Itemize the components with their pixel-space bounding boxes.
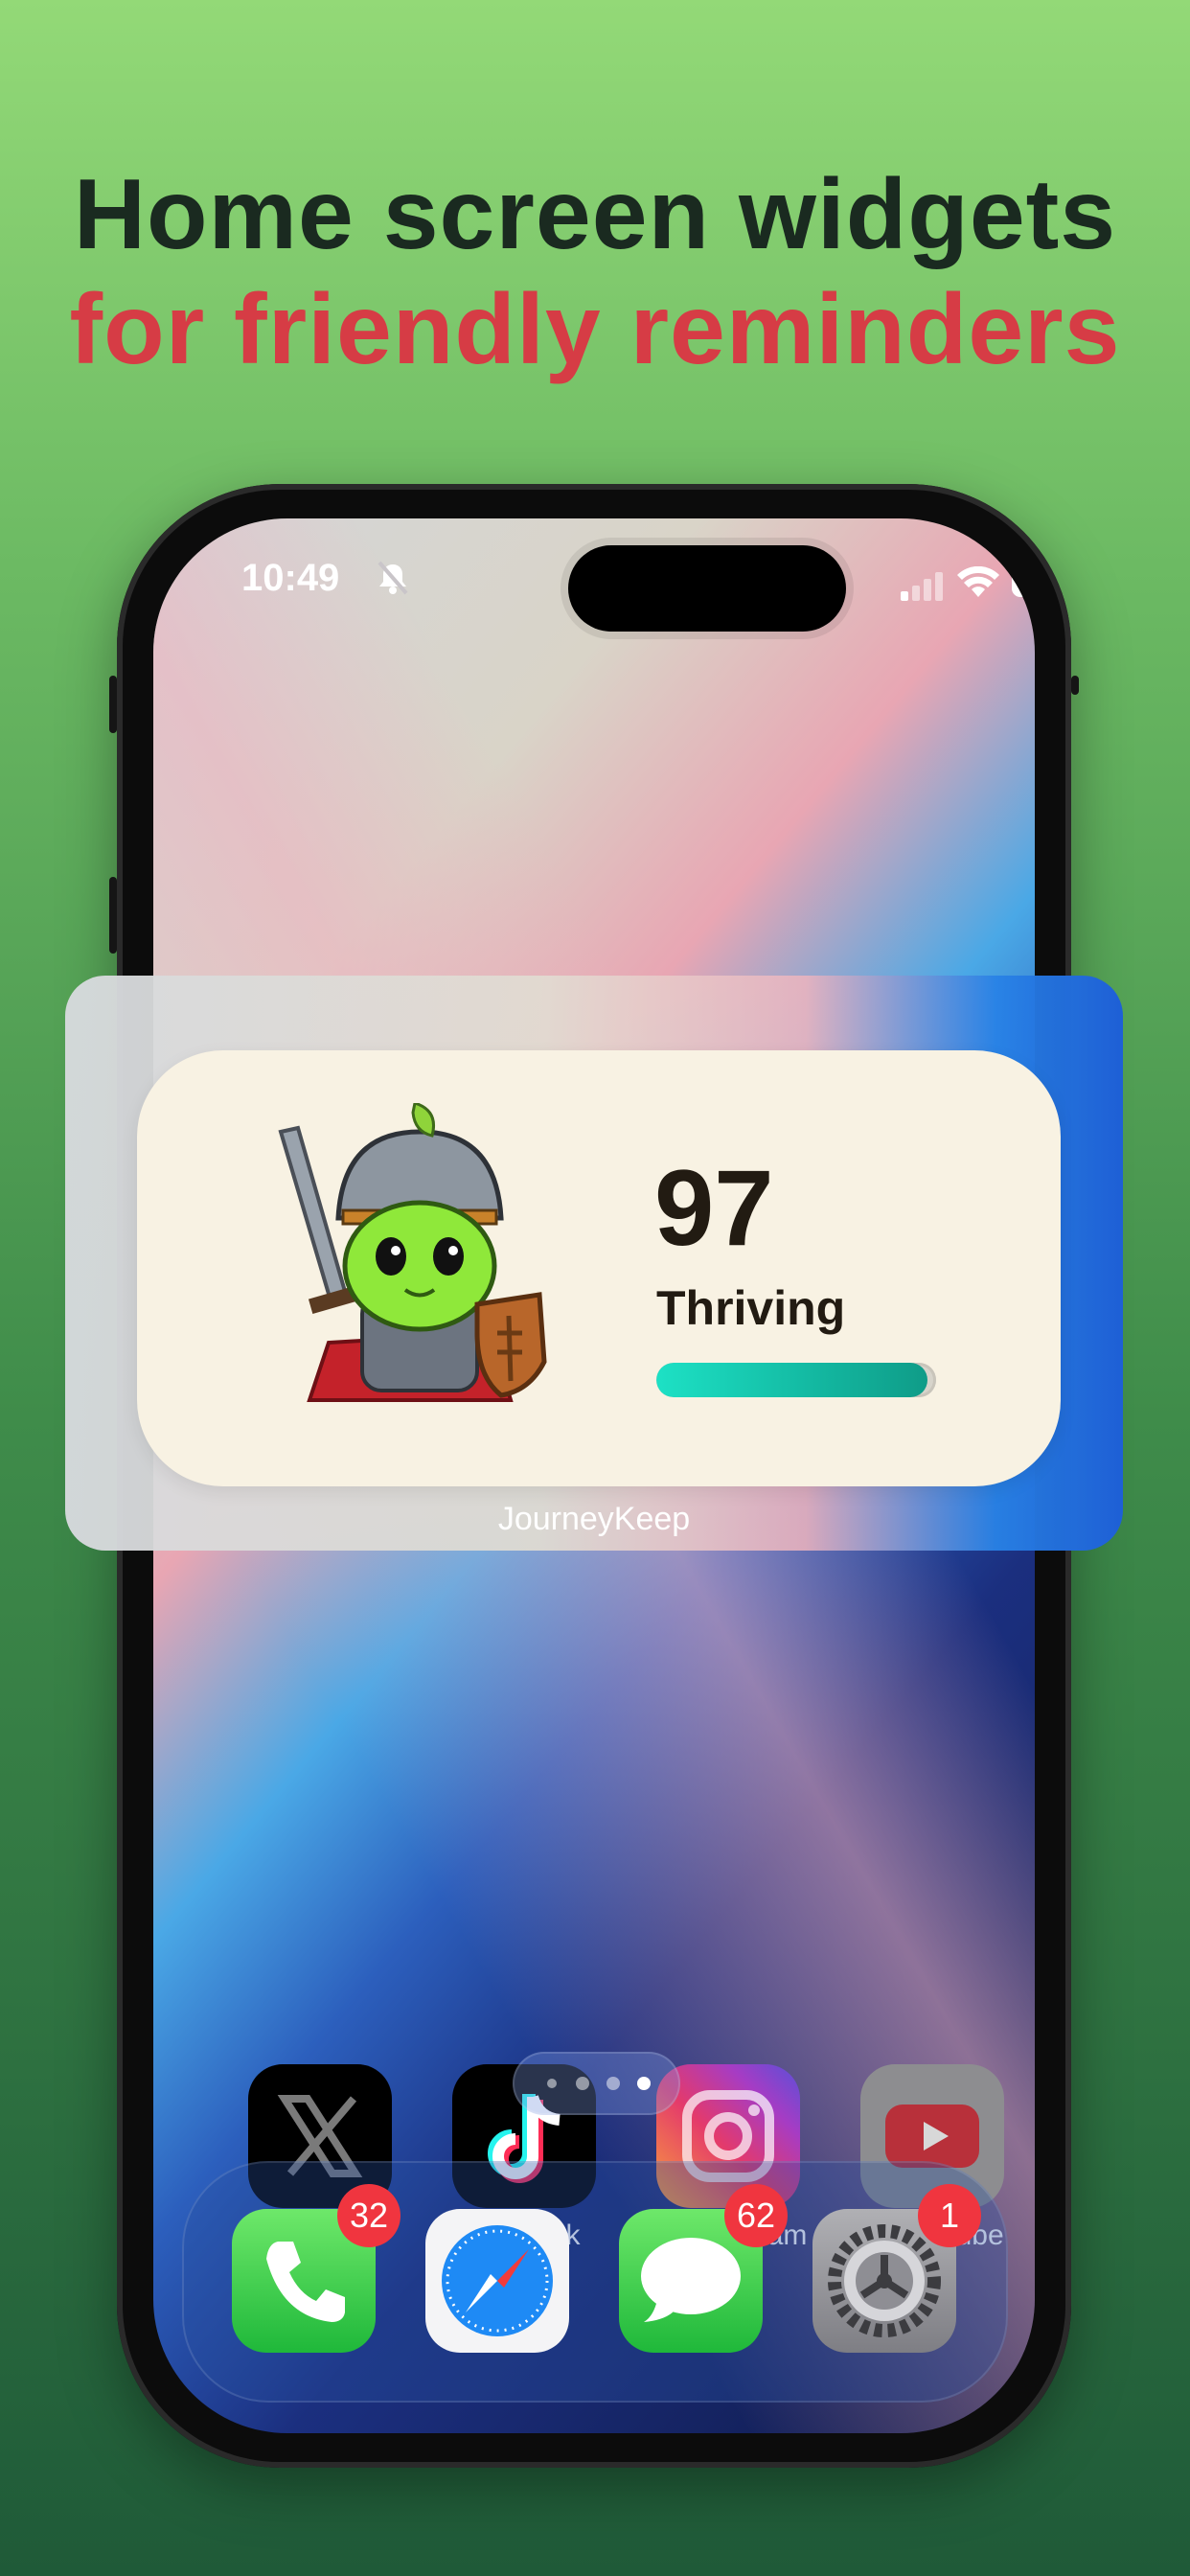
signal-icon	[901, 572, 943, 601]
widget-progress-bar	[656, 1363, 936, 1397]
page-indicator[interactable]	[513, 2052, 680, 2115]
widget-score: 97	[654, 1148, 774, 1268]
messages-app[interactable]: 62	[619, 2184, 788, 2353]
widget-app-name: JourneyKeep	[497, 1501, 691, 1537]
battery-indicator: 86	[1012, 566, 1035, 597]
headline-line-2: for friendly reminders	[69, 274, 1121, 385]
messages-badge: 62	[724, 2184, 788, 2247]
bell-slash-icon	[378, 561, 408, 595]
silent-switch	[109, 676, 117, 733]
dynamic-island	[568, 545, 846, 632]
journeykeep-widget[interactable]: 97 Thriving	[137, 1050, 1061, 1486]
dock: 32 62 1	[182, 2161, 1008, 2403]
status-time: 10:49	[241, 557, 340, 599]
settings-app[interactable]: 1	[812, 2184, 981, 2353]
volume-up-button	[109, 877, 117, 954]
widget-highlight: 97 Thriving JourneyKeep	[65, 976, 1123, 1551]
safari-app[interactable]	[425, 2209, 569, 2353]
wifi-icon	[957, 566, 999, 597]
page-dot	[606, 2077, 620, 2090]
settings-badge: 1	[918, 2184, 981, 2247]
phone-badge: 32	[337, 2184, 400, 2247]
page-dot	[576, 2077, 589, 2090]
safari-app-icon	[442, 2225, 553, 2336]
knight-character-illustration	[278, 1103, 547, 1402]
widget-progress-fill	[656, 1363, 928, 1397]
side-button-top	[1071, 676, 1079, 695]
headline-line-1: Home screen widgets	[73, 159, 1117, 270]
page-dot-active	[637, 2077, 651, 2090]
widget-status: Thriving	[656, 1281, 846, 1335]
page-dot	[547, 2079, 557, 2088]
phone-app[interactable]: 32	[232, 2184, 400, 2353]
